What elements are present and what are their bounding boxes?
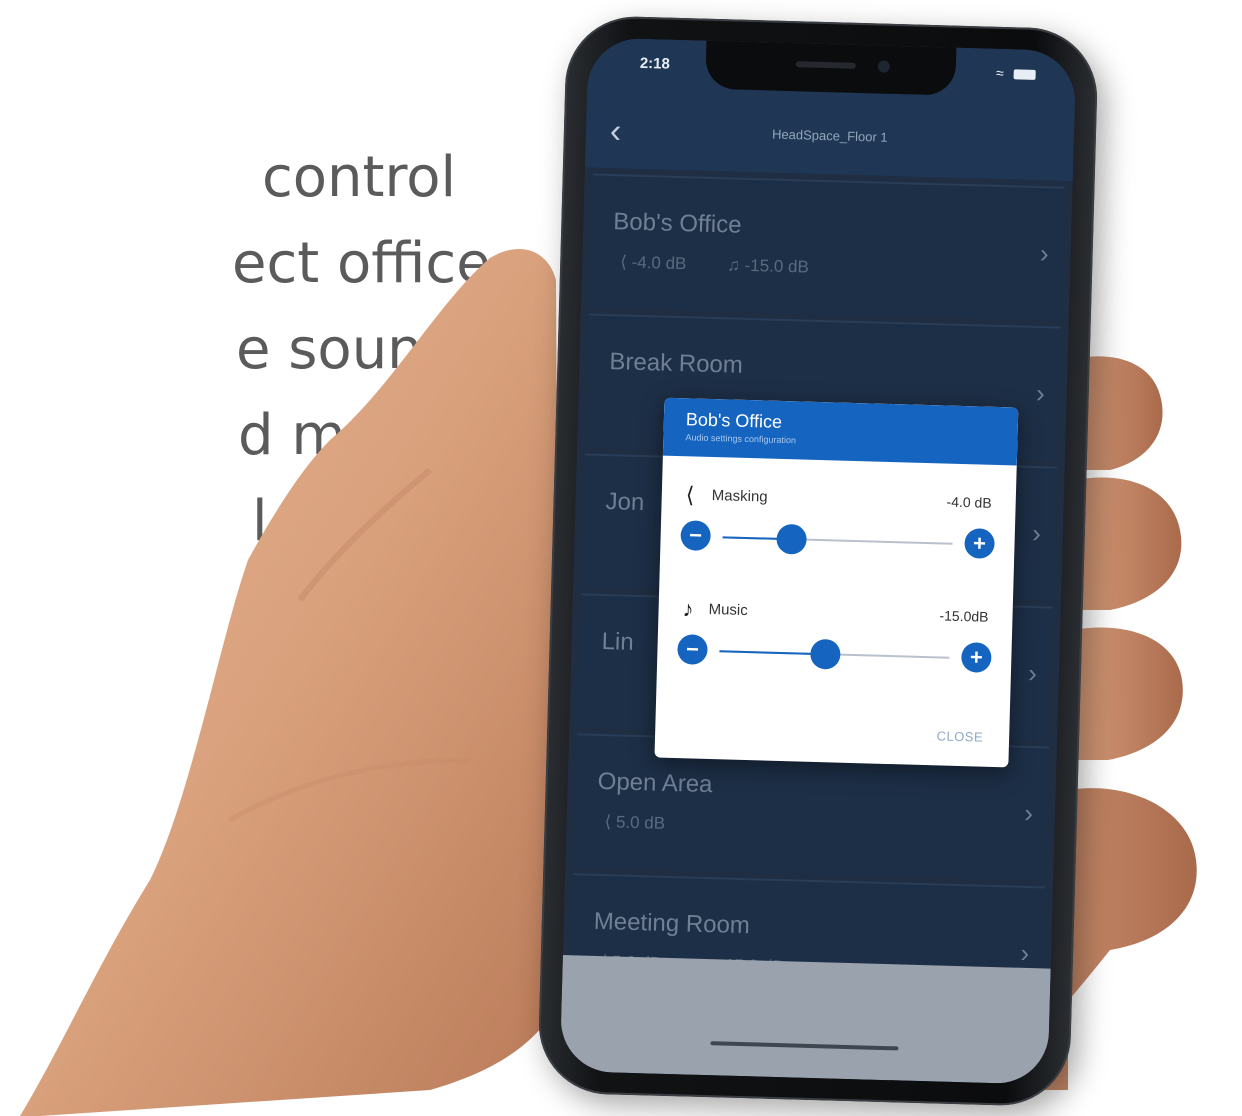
wifi-icon: ≈: [995, 64, 1005, 81]
music-value: -15.0dB: [939, 607, 989, 625]
music-note-icon: ♪: [682, 596, 694, 622]
room-row[interactable]: Bob's Office ⟨ -4.0 dB ♫ -15.0 dB ›: [588, 173, 1065, 321]
music-value: ♫ -15.0 dB: [726, 255, 810, 277]
status-icons: ≈: [996, 65, 1036, 82]
masking-increase-button[interactable]: +: [964, 528, 995, 559]
camera-dot: [877, 60, 890, 73]
room-name: Bob's Office: [613, 208, 742, 239]
nav-title: HeadSpace_Floor 1: [771, 126, 888, 145]
music-slider[interactable]: − +: [677, 634, 992, 675]
room-values: ⟨ -4.0 dB ♫ -15.0 dB: [620, 252, 845, 278]
music-decrease-button[interactable]: −: [677, 634, 708, 665]
music-label: Music: [708, 600, 748, 620]
masking-slider-thumb[interactable]: [776, 523, 808, 555]
chevron-right-icon: ›: [1031, 517, 1042, 549]
chevron-right-icon: ›: [1039, 238, 1050, 269]
phone: 2:18 ≈ ‹ HeadSpace_Floor 1 Bob's Office …: [537, 14, 1099, 1108]
speaker-grille: [795, 61, 856, 69]
music-track[interactable]: [719, 638, 950, 670]
chevron-right-icon: ›: [1023, 797, 1034, 829]
masking-label: Masking: [711, 487, 768, 506]
music-increase-button[interactable]: +: [960, 642, 992, 673]
masking-value: ⟨ -4.0 dB: [620, 252, 687, 274]
room-values: ⟨ 5.0 dB: [604, 812, 701, 835]
room-name: Open Area: [597, 767, 713, 799]
room-name: Meeting Room: [593, 907, 751, 940]
close-button[interactable]: CLOSE: [936, 728, 983, 744]
room-name: Break Room: [609, 348, 744, 379]
masking-decrease-button[interactable]: −: [680, 520, 712, 551]
music-track-fill: [719, 650, 826, 656]
ear-icon: ⟨: [685, 482, 695, 508]
home-indicator[interactable]: [710, 1041, 899, 1051]
masking-value: -4.0 dB: [946, 493, 992, 511]
room-name: Jon: [605, 488, 645, 517]
chevron-right-icon: ›: [1027, 657, 1038, 689]
phone-notch: [705, 40, 957, 96]
home-indicator-area: [559, 955, 1051, 1085]
music-slider-thumb[interactable]: [809, 638, 841, 670]
dialog-header: Bob's Office Audio settings configuratio…: [662, 397, 1019, 466]
chevron-right-icon: ›: [1035, 378, 1046, 409]
room-name: Lin: [601, 627, 635, 656]
masking-control: ⟨ Masking -4.0 dB − +: [680, 482, 996, 573]
chevron-right-icon: ›: [1020, 937, 1030, 969]
masking-track[interactable]: [722, 523, 953, 555]
battery-icon: [1013, 69, 1036, 81]
app-screen: 2:18 ≈ ‹ HeadSpace_Floor 1 Bob's Office …: [559, 37, 1077, 1085]
status-time: 2:18: [639, 54, 671, 73]
masking-slider[interactable]: − +: [680, 520, 995, 561]
masking-value: ⟨ 5.0 dB: [604, 812, 666, 833]
music-control: ♪ Music -15.0dB − +: [677, 596, 993, 687]
audio-dialog: Bob's Office Audio settings configuratio…: [654, 397, 1019, 768]
